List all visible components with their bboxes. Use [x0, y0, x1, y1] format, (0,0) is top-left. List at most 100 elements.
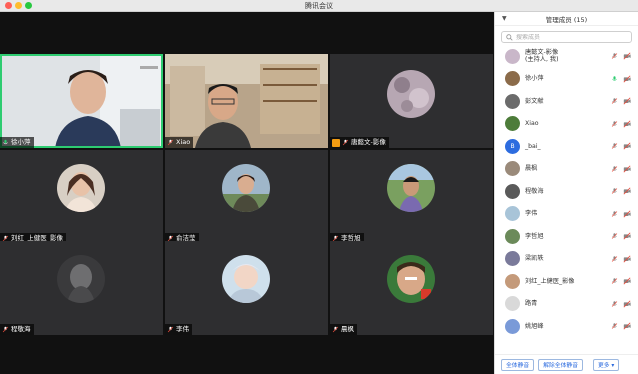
camera-off-icon[interactable] — [623, 210, 631, 218]
camera-off-icon[interactable] — [623, 255, 631, 263]
member-row[interactable]: 姚旭峰 — [495, 315, 638, 338]
member-name: 路青 — [525, 300, 538, 307]
member-avatar — [505, 183, 520, 199]
member-row[interactable]: 李哲旭 — [495, 225, 638, 248]
more-button[interactable]: 更多 ▾ — [593, 358, 620, 371]
member-name-block: 刘红_上健医_影像 — [525, 278, 575, 286]
member-name-block: 李哲旭 — [525, 233, 544, 241]
mic-muted-icon[interactable] — [611, 142, 618, 150]
video-tile-liu-hong[interactable]: 刘红_上健医_影像 — [0, 150, 163, 244]
camera-off-icon[interactable] — [623, 322, 631, 330]
member-search-input[interactable] — [516, 33, 626, 41]
tile-name: 晨枫 — [341, 325, 354, 333]
camera-off-icon[interactable] — [623, 165, 631, 173]
member-name-block: 唐懿文-影像 (主持人, 我) — [525, 49, 559, 64]
member-name-block: _bai_ — [525, 143, 541, 151]
window-title: 腾讯会议 — [305, 2, 333, 10]
video-tile-xiao[interactable]: Xiao — [165, 54, 328, 148]
member-row[interactable]: 路青 — [495, 293, 638, 316]
members-panel-title: 管理成员 (15) — [545, 15, 588, 24]
camera-off-icon[interactable] — [623, 75, 631, 83]
member-row[interactable]: B _bai_ — [495, 135, 638, 158]
member-name-block: 徐小萍 — [525, 75, 544, 83]
camera-off-icon[interactable] — [623, 300, 631, 308]
member-row[interactable]: 徐小萍 — [495, 68, 638, 91]
member-row[interactable]: Xiao — [495, 113, 638, 136]
tile-name-bar: Xiao — [165, 137, 194, 148]
tile-name: 徐小萍 — [11, 138, 31, 146]
member-avatar — [505, 318, 520, 334]
video-tile-yu-jieying[interactable]: 俞洁莹 — [165, 150, 328, 244]
participant-avatar — [57, 164, 105, 212]
member-status-icons — [611, 75, 631, 83]
tile-name-bar: 唐懿文-影像 — [330, 137, 389, 148]
mic-muted-icon[interactable] — [611, 210, 618, 218]
search-icon — [506, 33, 513, 41]
member-name-block: 路青 — [525, 300, 537, 308]
member-name: 姚旭峰 — [525, 322, 544, 330]
mic-muted-icon[interactable] — [611, 165, 618, 173]
member-row[interactable]: 程敬海 — [495, 180, 638, 203]
member-name-block: 李伟 — [525, 210, 537, 218]
member-row[interactable]: 唐懿文-影像 (主持人, 我) — [495, 45, 638, 68]
participant-avatar — [387, 255, 435, 303]
camera-off-icon[interactable] — [623, 97, 631, 105]
video-tile-xu-xiaoping[interactable]: 徐小萍 — [0, 54, 163, 148]
participant-video — [165, 54, 328, 148]
member-name: 梁凯轶 — [525, 255, 544, 262]
video-tile-li-wei[interactable]: 李伟 — [165, 241, 328, 335]
tile-name-bar: 李伟 — [165, 324, 192, 335]
camera-off-icon[interactable] — [623, 187, 631, 195]
mic-muted-icon — [167, 139, 174, 146]
member-name-block: 姚旭峰 — [525, 323, 544, 331]
member-status-icons — [611, 255, 631, 263]
member-name: 晨枫 — [525, 165, 538, 172]
mic-muted-icon[interactable] — [611, 322, 618, 330]
video-tile-cheng-jinghai[interactable]: 程敬海 — [0, 241, 163, 335]
meeting-window: 腾讯会议 徐小萍 Xiao 唐懿文-影像 刘红_上健医_影像 俞洁莹 李哲旭 程… — [0, 0, 638, 374]
camera-off-icon[interactable] — [623, 142, 631, 150]
member-name: Xiao — [525, 120, 539, 127]
video-tile-li-zhexu[interactable]: 李哲旭 — [330, 150, 493, 244]
member-status-icons — [611, 165, 631, 173]
mic-muted-icon[interactable] — [611, 52, 618, 60]
mic-muted-icon[interactable] — [611, 120, 618, 128]
collapse-caret-icon[interactable]: ▼ — [502, 15, 507, 22]
member-search-box[interactable] — [501, 31, 632, 43]
mic-muted-icon[interactable] — [611, 277, 618, 285]
members-panel-header: ▼ 管理成员 (15) — [495, 12, 638, 26]
member-avatar — [505, 93, 520, 109]
member-avatar — [505, 228, 520, 244]
mic-muted-icon[interactable] — [611, 232, 618, 240]
mic-icon[interactable] — [611, 75, 618, 83]
mic-muted-icon[interactable] — [611, 300, 618, 308]
tile-name: 李伟 — [176, 325, 189, 333]
camera-off-icon[interactable] — [623, 232, 631, 240]
member-name: 彭文献 — [525, 97, 544, 105]
member-avatar — [505, 206, 520, 222]
member-row[interactable]: 晨枫 — [495, 158, 638, 181]
participant-avatar — [222, 255, 270, 303]
member-row[interactable]: 梁凯轶 — [495, 248, 638, 271]
tile-name-bar: 晨枫 — [330, 324, 357, 335]
mic-muted-icon[interactable] — [611, 255, 618, 263]
camera-off-icon[interactable] — [623, 52, 631, 60]
member-row[interactable]: 李伟 — [495, 203, 638, 226]
camera-off-icon[interactable] — [623, 277, 631, 285]
camera-off-icon[interactable] — [623, 120, 631, 128]
participant-avatar — [387, 70, 435, 118]
member-status-icons — [611, 187, 631, 195]
member-row[interactable]: 彭文献 — [495, 90, 638, 113]
host-icon — [332, 138, 340, 147]
mic-muted-icon[interactable] — [611, 187, 618, 195]
video-tile-tang-yiwen[interactable]: 唐懿文-影像 — [330, 54, 493, 148]
member-status-icons — [611, 232, 631, 240]
mute-all-button[interactable]: 全体静音 — [501, 358, 535, 371]
mic-muted-icon[interactable] — [611, 97, 618, 105]
unmute-all-button[interactable]: 解除全体静音 — [538, 358, 583, 371]
member-status-icons — [611, 210, 631, 218]
tile-name-bar: 徐小萍 — [0, 137, 34, 148]
video-tile-chen-feng[interactable]: 晨枫 — [330, 241, 493, 335]
member-row[interactable]: 刘红_上健医_影像 — [495, 270, 638, 293]
participant-video — [0, 54, 163, 148]
